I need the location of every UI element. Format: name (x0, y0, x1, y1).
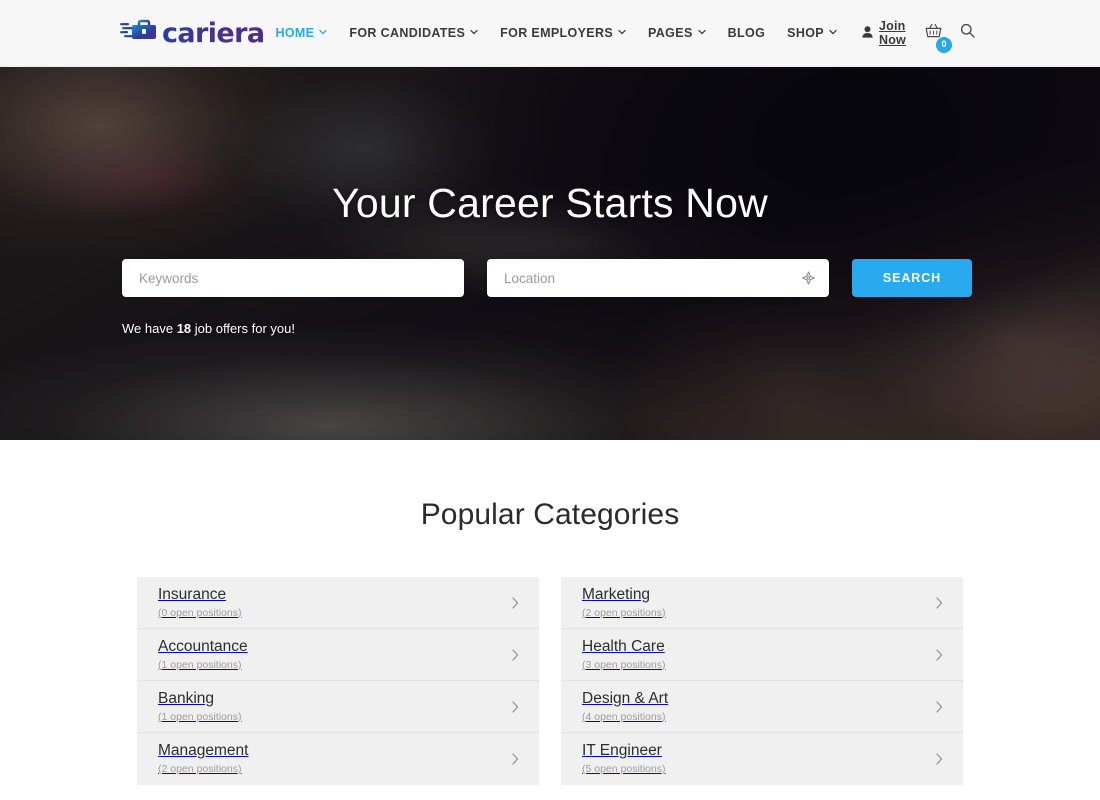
chevron-down-icon (618, 28, 626, 36)
job-search-form: SEARCH (0, 259, 1100, 297)
job-offers-count-text: We have 18 job offers for you! (0, 321, 1100, 336)
briefcase-speed-icon (120, 18, 160, 49)
category-item-it-engineer[interactable]: IT Engineer (5 open positions) (561, 733, 963, 785)
cart-count-badge: 0 (935, 36, 952, 53)
nav-label: HOME (275, 26, 315, 40)
nav-item-blog[interactable]: BLOG (717, 13, 777, 53)
popular-categories-section: Popular Categories Insurance (0 open pos… (0, 440, 1100, 785)
hero-title: Your Career Starts Now (332, 180, 768, 226)
category-positions: (4 open positions) (582, 710, 666, 723)
category-item-accountance[interactable]: Accountance (1 open positions) (137, 629, 539, 681)
categories-column-left: Insurance (0 open positions) Accountance… (137, 577, 539, 785)
category-positions: (2 open positions) (158, 763, 242, 775)
chevron-right-icon (512, 753, 519, 765)
hero-section: Your Career Starts Now SEARCH We have 18… (0, 67, 1100, 440)
offers-suffix: job offers for you! (191, 321, 295, 336)
category-text: Health Care (3 open positions) (582, 638, 936, 671)
category-text: Design & Art (4 open positions) (582, 690, 936, 723)
site-header: cariera HOME FOR CANDIDATES FOR EMPLOYER… (0, 0, 1100, 67)
join-now-button[interactable]: Join Now (848, 19, 916, 47)
chevron-down-icon (829, 28, 837, 36)
category-item-health-care[interactable]: Health Care (3 open positions) (561, 629, 963, 681)
category-positions: (3 open positions) (582, 658, 666, 671)
category-positions: (2 open positions) (582, 606, 666, 619)
logo-link[interactable]: cariera (120, 17, 265, 49)
nav-item-home[interactable]: HOME (264, 13, 338, 53)
main-navigation: HOME FOR CANDIDATES FOR EMPLOYERS PAGES (264, 13, 984, 53)
offers-count: 18 (176, 321, 192, 336)
category-text: Management (2 open positions) (158, 742, 512, 775)
nav-item-for-employers[interactable]: FOR EMPLOYERS (489, 13, 637, 53)
category-positions: (5 open positions) (582, 763, 666, 775)
category-name: Insurance (158, 585, 227, 603)
chevron-down-icon (470, 28, 478, 36)
nav-item-for-candidates[interactable]: FOR CANDIDATES (338, 13, 489, 53)
nav-label: PAGES (648, 26, 693, 40)
category-text: IT Engineer (5 open positions) (582, 742, 936, 775)
category-text: Accountance (1 open positions) (158, 638, 512, 671)
category-name: Design & Art (582, 689, 669, 707)
categories-grid: Insurance (0 open positions) Accountance… (137, 577, 963, 785)
categories-column-right: Marketing (2 open positions) Health Care… (561, 577, 963, 785)
keywords-input[interactable] (122, 259, 464, 297)
search-icon (960, 23, 975, 43)
category-item-insurance[interactable]: Insurance (0 open positions) (137, 577, 539, 629)
chevron-right-icon (936, 700, 943, 713)
category-name: Management (158, 742, 249, 760)
category-positions: (1 open positions) (158, 710, 242, 723)
join-now-label: Join Now (878, 19, 906, 47)
category-name: Marketing (582, 585, 651, 603)
nav-label: FOR EMPLOYERS (500, 26, 614, 40)
search-button[interactable]: SEARCH (852, 259, 972, 297)
category-name: Health Care (582, 637, 665, 655)
user-icon (862, 25, 873, 41)
chevron-down-icon (697, 28, 706, 36)
category-name: Accountance (158, 637, 248, 655)
chevron-right-icon (936, 753, 943, 765)
category-name: IT Engineer (582, 742, 662, 760)
category-positions: (1 open positions) (158, 658, 242, 671)
nav-label: FOR CANDIDATES (349, 26, 466, 40)
category-text: Insurance (0 open positions) (158, 586, 512, 619)
nav-label: SHOP (787, 26, 824, 40)
category-item-design-and-art[interactable]: Design & Art (4 open positions) (561, 681, 963, 733)
chevron-right-icon (512, 648, 519, 661)
nav-label: BLOG (727, 26, 766, 40)
location-field-wrap (487, 259, 829, 297)
chevron-right-icon (936, 648, 943, 661)
category-item-management[interactable]: Management (2 open positions) (137, 733, 539, 785)
category-positions: (0 open positions) (158, 606, 242, 619)
chevron-right-icon (512, 596, 519, 609)
keywords-field-wrap (122, 259, 464, 297)
location-input[interactable] (487, 259, 829, 297)
category-text: Marketing (2 open positions) (582, 586, 936, 619)
chevron-right-icon (936, 596, 943, 609)
nav-item-pages[interactable]: PAGES (637, 13, 717, 53)
category-item-marketing[interactable]: Marketing (2 open positions) (561, 577, 963, 629)
popular-categories-title: Popular Categories (420, 498, 680, 531)
search-toggle-button[interactable] (951, 23, 984, 43)
nav-item-shop[interactable]: SHOP (776, 13, 848, 53)
crosshair-locate-icon[interactable] (802, 271, 815, 285)
category-item-banking[interactable]: Banking (1 open positions) (137, 681, 539, 733)
offers-prefix: We have (122, 321, 177, 336)
category-name: Banking (158, 689, 215, 707)
chevron-right-icon (512, 700, 519, 713)
cart-button[interactable]: 0 (916, 23, 952, 53)
chevron-down-icon (319, 28, 328, 36)
category-text: Banking (1 open positions) (158, 690, 512, 723)
logo-text: cariera (162, 17, 265, 49)
